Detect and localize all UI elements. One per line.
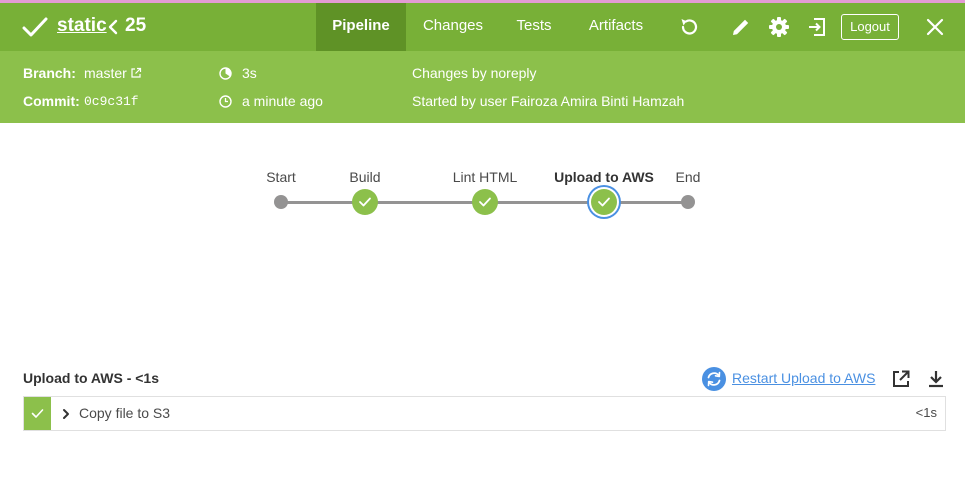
gear-icon[interactable] bbox=[768, 16, 790, 38]
restart-stage-link[interactable]: Restart Upload to AWS bbox=[732, 370, 875, 386]
check-icon bbox=[598, 197, 610, 207]
duration-value: 3s bbox=[242, 65, 257, 81]
external-link-icon[interactable] bbox=[130, 67, 142, 79]
tab-tests[interactable]: Tests bbox=[506, 3, 562, 51]
commit-value: 0c9c31f bbox=[84, 94, 139, 109]
run-header: static 25 Pipeline Changes Tests Artifac… bbox=[0, 3, 965, 51]
stage-node-lint-html[interactable] bbox=[472, 189, 498, 215]
chevron-right-icon[interactable] bbox=[62, 408, 70, 420]
run-info-bar: Branch: master Commit: 0c9c31f 3s a minu… bbox=[0, 51, 965, 123]
stage-end-dot bbox=[681, 195, 695, 209]
changes-text: Changes by noreply bbox=[412, 65, 537, 81]
commit-label: Commit: bbox=[23, 93, 80, 109]
step-status-success bbox=[24, 397, 51, 430]
run-number: 25 bbox=[125, 15, 147, 36]
stage-node-build[interactable] bbox=[352, 189, 378, 215]
job-name-link[interactable]: static bbox=[57, 15, 107, 37]
rerun-icon[interactable] bbox=[678, 16, 700, 38]
time-ago: a minute ago bbox=[242, 93, 323, 109]
stage-node-upload-to-aws[interactable] bbox=[591, 189, 617, 215]
branch-label: Branch: bbox=[23, 65, 76, 81]
step-duration: <1s bbox=[915, 405, 937, 420]
check-icon bbox=[31, 409, 44, 418]
restart-stage-icon[interactable] bbox=[702, 367, 726, 391]
tab-artifacts[interactable]: Artifacts bbox=[578, 3, 654, 51]
chevron-left-icon bbox=[108, 19, 118, 35]
tab-pipeline[interactable]: Pipeline bbox=[316, 3, 406, 51]
started-by-text: Started by user Fairoza Amira Binti Hamz… bbox=[412, 93, 685, 109]
step-name: Copy file to S3 bbox=[79, 405, 171, 421]
exit-classic-icon[interactable] bbox=[806, 16, 828, 38]
check-icon bbox=[359, 197, 371, 207]
download-icon[interactable] bbox=[926, 369, 946, 389]
stage-label-end: End bbox=[675, 169, 701, 185]
stage-label-upload-to-aws[interactable]: Upload to AWS bbox=[554, 169, 654, 185]
stage-label-start: Start bbox=[266, 169, 296, 185]
open-external-icon[interactable] bbox=[891, 369, 911, 389]
duration-icon bbox=[219, 67, 232, 80]
close-icon[interactable] bbox=[924, 16, 946, 38]
check-icon bbox=[479, 197, 491, 207]
stage-label-lint-html[interactable]: Lint HTML bbox=[453, 169, 518, 185]
logout-button[interactable]: Logout bbox=[841, 14, 899, 40]
clock-icon bbox=[219, 95, 232, 108]
stage-start-dot bbox=[274, 195, 288, 209]
stage-detail-title: Upload to AWS - <1s bbox=[23, 370, 159, 386]
edit-icon[interactable] bbox=[730, 16, 752, 38]
stage-label-build[interactable]: Build bbox=[349, 169, 380, 185]
pipeline-graph: Start Build Lint HTML Upload to AWS End bbox=[0, 160, 965, 240]
tab-changes[interactable]: Changes bbox=[412, 3, 494, 51]
check-icon bbox=[22, 17, 48, 37]
step-row[interactable]: Copy file to S3 <1s bbox=[23, 396, 946, 431]
branch-value[interactable]: master bbox=[84, 65, 127, 81]
